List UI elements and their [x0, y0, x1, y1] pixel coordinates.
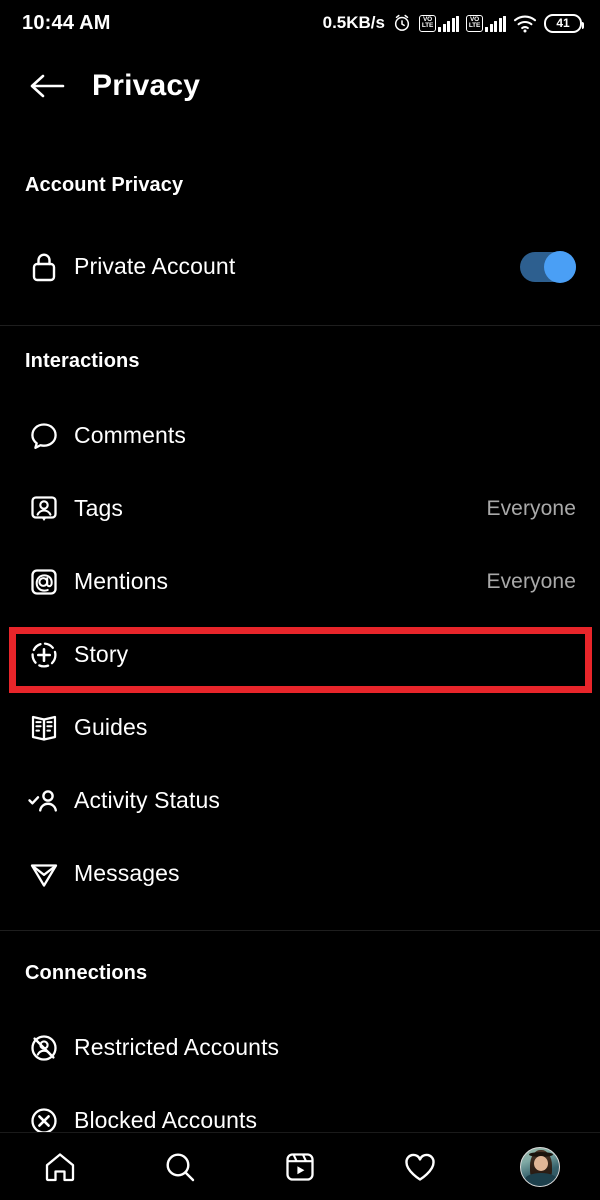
reels-icon [286, 1152, 314, 1181]
row-label-blocked-accounts: Blocked Accounts [74, 1107, 258, 1133]
row-comments[interactable]: Comments [0, 399, 600, 472]
restricted-person-icon [25, 1029, 63, 1067]
alarm-clock-icon [394, 14, 410, 31]
row-label-story: Story [74, 641, 129, 667]
status-bar-time: 10:44 AM [22, 11, 111, 34]
row-mentions[interactable]: Mentions Everyone [0, 545, 600, 618]
status-bar-icons: 0.5KB/s VO LTE VO LTE 41 [322, 13, 584, 33]
nav-item-profile[interactable] [495, 1133, 585, 1200]
row-story[interactable]: Story [0, 618, 600, 691]
search-icon [166, 1152, 195, 1181]
sim2-signal-group: VO LTE [466, 14, 506, 32]
bottom-navigation-bar [0, 1132, 600, 1200]
row-label-guides: Guides [74, 714, 148, 740]
network-speed-label: 0.5KB/s [322, 13, 385, 32]
lock-icon [25, 248, 63, 286]
page-title: Privacy [92, 69, 201, 102]
row-label-mentions: Mentions [74, 568, 169, 594]
instagram-privacy-screen: 10:44 AM 0.5KB/s VO LTE VO LTE 41 Privac… [0, 0, 600, 1200]
signal-bars-sim1 [438, 15, 459, 32]
section-title-interactions: Interactions [25, 350, 140, 372]
story-add-icon [25, 636, 63, 674]
row-messages[interactable]: Messages [0, 837, 600, 910]
wifi-icon [513, 15, 537, 32]
at-mention-icon [25, 563, 63, 601]
toggle-knob [544, 250, 576, 283]
private-account-toggle[interactable] [520, 250, 576, 283]
row-label-comments: Comments [74, 422, 186, 448]
nav-item-activity[interactable] [375, 1133, 465, 1200]
row-value-tags: Everyone [486, 496, 576, 520]
nav-item-search[interactable] [135, 1133, 225, 1200]
row-tags[interactable]: Tags Everyone [0, 472, 600, 545]
activity-person-check-icon [25, 782, 63, 820]
sim1-signal-group: VO LTE [419, 14, 459, 32]
row-restricted-accounts[interactable]: Restricted Accounts [0, 1011, 600, 1084]
signal-bars-sim2 [485, 15, 506, 32]
section-title-connections: Connections [25, 962, 148, 984]
row-value-mentions: Everyone [486, 569, 576, 593]
heart-icon [405, 1153, 435, 1181]
battery-level-label: 41 [556, 16, 570, 30]
nav-item-home[interactable] [15, 1133, 105, 1200]
nav-item-reels[interactable] [255, 1133, 345, 1200]
avatar-body [525, 1172, 557, 1186]
home-icon [45, 1152, 75, 1181]
comment-bubble-icon [25, 417, 63, 455]
battery-icon: 41 [544, 13, 584, 33]
tag-person-icon [25, 490, 63, 528]
row-activity-status[interactable]: Activity Status [0, 764, 600, 837]
row-guides[interactable]: Guides [0, 691, 600, 764]
row-label-messages: Messages [74, 860, 180, 886]
avatar-face [534, 1155, 548, 1171]
arrow-left-icon [30, 74, 65, 98]
section-interactions: Interactions Comments Tags Everyone Ment… [0, 312, 600, 931]
row-label-tags: Tags [74, 495, 123, 521]
volte-icon-sim2: VO LTE [466, 14, 483, 32]
volte-icon-sim1: VO LTE [419, 14, 436, 32]
paper-plane-icon [25, 855, 63, 893]
section-connections: Connections Restricted Accounts Blocked … [0, 924, 600, 1157]
profile-avatar-icon [520, 1146, 560, 1187]
status-bar: 10:44 AM 0.5KB/s VO LTE VO LTE 41 [0, 0, 600, 46]
row-label-private-account: Private Account [74, 253, 236, 279]
guides-book-icon [25, 709, 63, 747]
section-account-privacy: Account Privacy Private Account [0, 126, 600, 326]
section-title-account-privacy: Account Privacy [25, 174, 184, 196]
row-label-activity-status: Activity Status [74, 787, 220, 813]
row-private-account[interactable]: Private Account [0, 230, 600, 303]
page-header: Privacy [0, 46, 600, 126]
back-button[interactable] [16, 71, 78, 101]
row-label-restricted-accounts: Restricted Accounts [74, 1034, 280, 1060]
